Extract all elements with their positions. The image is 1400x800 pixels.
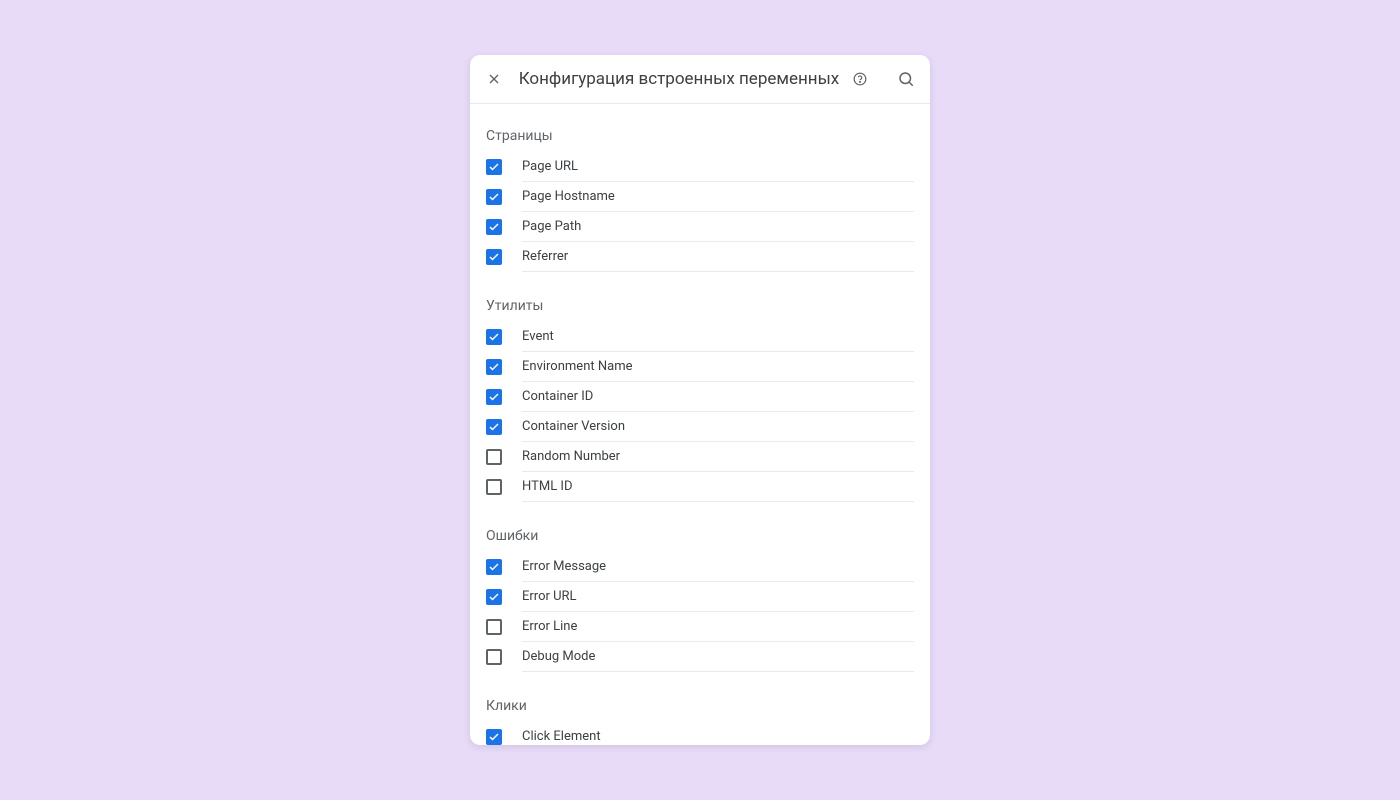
variable-row: Click Element [470, 722, 930, 745]
variable-checkbox[interactable] [486, 189, 502, 205]
section-title: Страницы [470, 122, 930, 152]
variable-label: Environment Name [522, 359, 633, 374]
variable-checkbox[interactable] [486, 619, 502, 635]
variable-checkbox[interactable] [486, 249, 502, 265]
close-icon [486, 71, 502, 87]
variable-label: Error Line [522, 619, 577, 634]
variable-label: Debug Mode [522, 649, 595, 664]
variable-checkbox[interactable] [486, 159, 502, 175]
variable-label: Error URL [522, 589, 577, 604]
variable-label: Referrer [522, 249, 568, 264]
variable-checkbox[interactable] [486, 559, 502, 575]
variable-row: Random Number [470, 442, 930, 472]
variable-row: Error URL [470, 582, 930, 612]
variable-checkbox[interactable] [486, 389, 502, 405]
variable-checkbox[interactable] [486, 729, 502, 745]
section-title: Клики [470, 692, 930, 722]
variable-label: HTML ID [522, 479, 573, 494]
variable-checkbox[interactable] [486, 479, 502, 495]
variable-row: Page URL [470, 152, 930, 182]
variable-row: Page Hostname [470, 182, 930, 212]
section-title: Ошибки [470, 522, 930, 552]
variable-label: Page URL [522, 159, 578, 174]
variable-label: Page Path [522, 219, 581, 234]
variable-checkbox[interactable] [486, 649, 502, 665]
variable-row: Debug Mode [470, 642, 930, 672]
variable-checkbox[interactable] [486, 329, 502, 345]
variable-checkbox[interactable] [486, 359, 502, 375]
variable-row: Referrer [470, 242, 930, 272]
variable-checkbox[interactable] [486, 589, 502, 605]
variable-row: Environment Name [470, 352, 930, 382]
variable-row: Error Message [470, 552, 930, 582]
variable-label: Error Message [522, 559, 606, 574]
variable-label: Random Number [522, 449, 620, 464]
help-button[interactable] [853, 71, 867, 87]
variable-row: HTML ID [470, 472, 930, 502]
variable-row: Container ID [470, 382, 930, 412]
variable-label: Page Hostname [522, 189, 615, 204]
config-panel: Конфигурация встроенных переменных Стран… [470, 55, 930, 745]
section-title: Утилиты [470, 292, 930, 322]
search-button[interactable] [895, 67, 916, 91]
variable-label: Click Element [522, 729, 601, 744]
variable-row: Event [470, 322, 930, 352]
panel-content: Страницы Page URL Page Hostname Page Path Re… [470, 104, 930, 745]
help-icon [853, 72, 867, 86]
variable-label: Container ID [522, 389, 593, 404]
variable-row: Page Path [470, 212, 930, 242]
variable-checkbox[interactable] [486, 219, 502, 235]
variable-label: Container Version [522, 419, 625, 434]
panel-header: Конфигурация встроенных переменных [470, 55, 930, 104]
variable-checkbox[interactable] [486, 419, 502, 435]
search-icon [897, 70, 915, 88]
variable-label: Event [522, 329, 554, 344]
variable-checkbox[interactable] [486, 449, 502, 465]
close-button[interactable] [484, 67, 505, 91]
variable-row: Error Line [470, 612, 930, 642]
panel-title: Конфигурация встроенных переменных [519, 69, 840, 89]
variable-row: Container Version [470, 412, 930, 442]
